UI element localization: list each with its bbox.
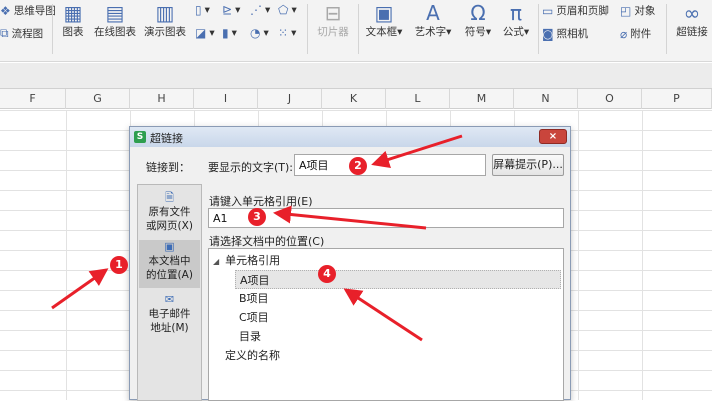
- annotation-arrow-2: [371, 134, 463, 169]
- annotation-arrow-4: [343, 288, 423, 342]
- annotation-arrow-1: [51, 268, 109, 310]
- annotation-badge-2: 2: [349, 157, 367, 175]
- annotation-badge-4: 4: [318, 265, 336, 283]
- annotation-badge-3: 3: [248, 208, 266, 226]
- annotation-arrows: [51, 134, 463, 342]
- annotation-badge-1: 1: [110, 256, 128, 274]
- annotation-arrow-3: [273, 205, 427, 230]
